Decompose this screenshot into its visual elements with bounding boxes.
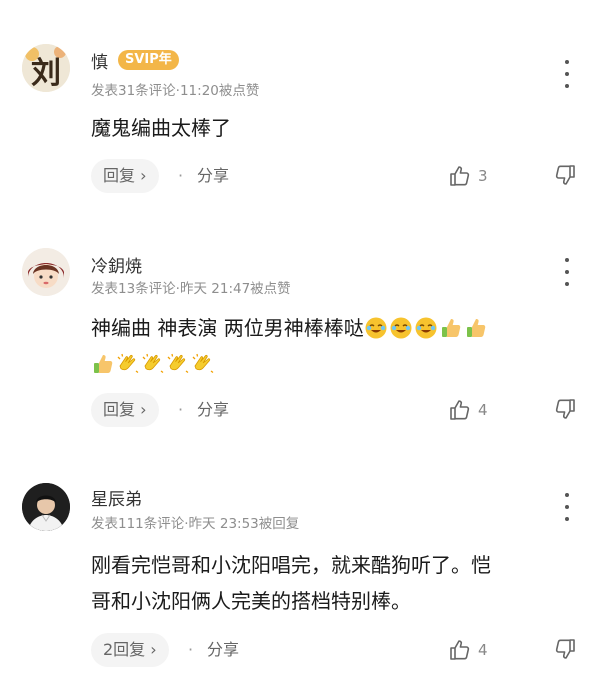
comment-text-line-1: 刚看完恺哥和小沈阳唱完，就来酷狗听了。恺 <box>91 553 491 577</box>
more-options-icon[interactable] <box>564 60 570 88</box>
thumbs-up-icon <box>450 640 470 660</box>
avatar-image <box>22 483 70 531</box>
thumbs-down-icon <box>555 165 575 185</box>
thumbs-up-emoji-icon <box>94 355 113 373</box>
clapping-hands-emoji-icon <box>192 353 214 374</box>
username[interactable]: 冷鈅焼 <box>91 252 142 277</box>
comment-1: 刘 慎 SVIP年 发表31条评论·11:20被点赞 魔鬼编曲太棒了 回复 › … <box>0 0 600 220</box>
reply-button[interactable]: 回复 › <box>91 393 159 427</box>
thumbs-down-icon <box>555 399 575 419</box>
clapping-hands-emoji-icon <box>167 353 189 374</box>
avatar[interactable] <box>22 483 70 531</box>
thumbs-up-icon <box>450 166 470 186</box>
like-button[interactable]: 4 <box>448 397 488 423</box>
avatar[interactable]: 刘 <box>22 44 70 92</box>
dislike-button[interactable] <box>553 637 579 663</box>
comment-3: 星辰弟 发表111条评论·昨天 23:53被回复 刚看完恺哥和小沈阳唱完，就来酷… <box>0 455 600 693</box>
like-count: 4 <box>478 641 488 659</box>
comment-text: 刚看完恺哥和小沈阳唱完，就来酷狗听了。恺 哥和小沈阳俩人完美的搭档特别棒。 <box>91 547 581 619</box>
avatar-image: 刘 <box>22 44 70 92</box>
comment-text-line-2: 哥和小沈阳俩人完美的搭档特别棒。 <box>91 589 411 613</box>
like-count: 4 <box>478 401 488 419</box>
comment-meta: 发表111条评论·昨天 23:53被回复 <box>91 516 300 532</box>
comment-2: 冷鈅焼 发表13条评论·昨天 21:47被点赞 神编曲 神表演 两位男神棒棒哒 … <box>0 220 600 455</box>
share-button[interactable]: 分享 <box>197 393 229 427</box>
comment-actions: 2回复 › · 分享 4 <box>91 633 581 669</box>
reply-button[interactable]: 2回复 › <box>91 633 169 667</box>
thumbs-up-emoji-icon <box>441 319 460 337</box>
clapping-hands-emoji-icon <box>142 353 164 374</box>
separator-dot: · <box>178 166 184 185</box>
thumbs-up-emoji-icon <box>466 319 485 337</box>
more-options-icon[interactable] <box>564 493 570 521</box>
username[interactable]: 星辰弟 <box>91 485 142 510</box>
avatar-image <box>22 248 70 296</box>
clapping-hands-emoji-icon <box>117 353 139 374</box>
username[interactable]: 慎 <box>91 48 108 73</box>
reply-button[interactable]: 回复 › <box>91 159 159 193</box>
laughing-emoji-icon <box>390 317 412 339</box>
like-count: 3 <box>478 167 488 185</box>
comment-actions: 回复 › · 分享 3 <box>91 159 581 195</box>
laughing-emoji-icon <box>365 317 387 339</box>
dislike-button[interactable] <box>553 163 579 189</box>
comment-meta: 发表31条评论·11:20被点赞 <box>91 83 260 99</box>
comment-meta: 发表13条评论·昨天 21:47被点赞 <box>91 281 291 297</box>
comment-text: 魔鬼编曲太棒了 <box>91 116 231 140</box>
share-button[interactable]: 分享 <box>197 159 229 193</box>
separator-dot: · <box>178 400 184 419</box>
separator-dot: · <box>188 640 194 659</box>
like-button[interactable]: 3 <box>448 163 488 189</box>
laughing-emoji-icon <box>415 317 437 339</box>
share-button[interactable]: 分享 <box>207 633 239 667</box>
svip-badge: SVIP年 <box>118 50 179 70</box>
thumbs-down-icon <box>555 639 575 659</box>
dislike-button[interactable] <box>553 397 579 423</box>
comment-text: 神编曲 神表演 两位男神棒棒哒 <box>91 310 571 382</box>
avatar-glyph: 刘 <box>31 56 61 91</box>
thumbs-up-icon <box>450 400 470 420</box>
more-options-icon[interactable] <box>564 258 570 286</box>
avatar[interactable] <box>22 248 70 296</box>
like-button[interactable]: 4 <box>448 637 488 663</box>
comment-text-body: 神编曲 神表演 两位男神棒棒哒 <box>91 316 364 340</box>
comment-actions: 回复 › · 分享 4 <box>91 393 581 429</box>
